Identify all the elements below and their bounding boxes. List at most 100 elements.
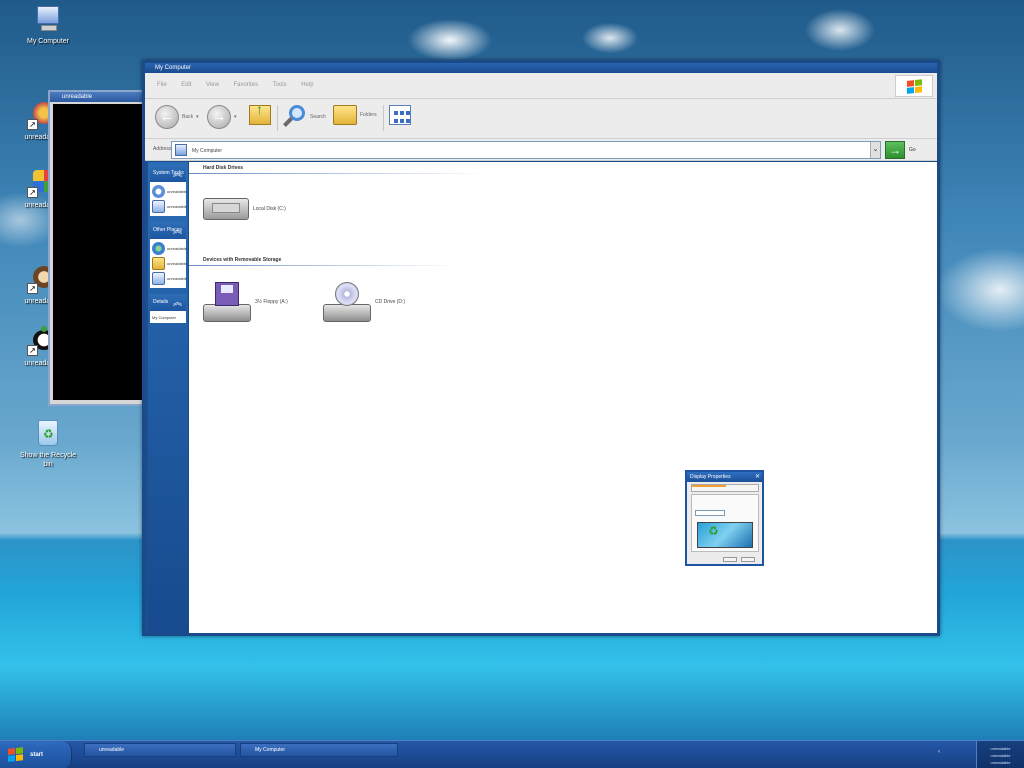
collapse-chevron-icon[interactable]: ︽ [173, 294, 182, 311]
task-link[interactable]: unreadable [152, 256, 187, 271]
computer-icon [175, 144, 187, 156]
display-properties-titlebar: Display Properties ✕ [687, 472, 762, 482]
up-folder-icon: ↑ [249, 102, 271, 125]
go-button[interactable]: → [885, 141, 905, 159]
task-link[interactable]: unreadable [152, 271, 188, 286]
desktop-icon-label: My Computer [26, 38, 69, 45]
clock-day: unreadable [990, 753, 1011, 758]
add-remove-programs-icon [152, 200, 165, 213]
drive-cd-d[interactable]: CD Drive (D:) [323, 282, 405, 322]
task-link[interactable]: unreadable [152, 241, 188, 256]
address-value: My Computer [192, 148, 223, 154]
cd-drive-icon [323, 282, 371, 322]
computer-icon [33, 4, 63, 34]
drive-local-disk-c[interactable]: Local Disk (C:) [203, 198, 286, 220]
back-button[interactable]: ← Back ▾ [155, 105, 199, 129]
views-icon [389, 105, 411, 125]
resolution-dropdown[interactable] [695, 510, 725, 516]
group-divider [189, 173, 489, 174]
folder-icon [152, 257, 165, 270]
toolbar: ← Back ▾ → ▾ ↑ Search Folders [145, 99, 937, 139]
menu-help[interactable]: Help [301, 82, 313, 88]
menu-favorites[interactable]: Favorites [233, 82, 258, 88]
up-folder-button[interactable]: ↑ [249, 102, 271, 125]
menu-bar: File Edit View Favorites Tools Help [145, 73, 937, 99]
tab-strip [691, 484, 759, 492]
background-window-title: unreadable [50, 92, 144, 102]
close-icon[interactable]: ✕ [755, 472, 760, 482]
group-divider [189, 265, 459, 266]
collapse-chevron-icon[interactable]: ︽ [173, 165, 182, 182]
group-header-hard-disks: Hard Disk Drives [203, 165, 244, 171]
forward-arrow-icon: → [207, 105, 231, 129]
drive-floppy-a[interactable]: 3½ Floppy (A:) [203, 282, 288, 322]
windows-flag-icon [8, 747, 24, 763]
task-link-label: unreadable [167, 276, 188, 281]
floppy-drive-icon [203, 282, 251, 322]
content-area: Hard Disk Drives Local Disk (C:) Devices… [189, 162, 937, 633]
shortcut-arrow-icon: ↗ [27, 187, 38, 198]
desktop-icon-my-computer[interactable]: My Computer [16, 4, 80, 46]
back-dropdown-icon[interactable]: ▾ [196, 114, 199, 120]
start-button[interactable]: start [0, 741, 72, 768]
menu-edit[interactable]: Edit [181, 82, 191, 88]
go-arrow-icon: → [889, 143, 901, 157]
clock-date: unreadable [990, 760, 1011, 765]
address-input[interactable]: My Computer ⌄ [171, 141, 881, 159]
window-title: My Computer [145, 63, 937, 73]
task-link[interactable]: unreadable [152, 199, 187, 214]
system-tray: unreadable unreadable unreadable [976, 741, 1024, 768]
tray-chevron-icon[interactable]: ‹ [938, 749, 940, 755]
shortcut-arrow-icon: ↗ [27, 345, 38, 356]
menu-file[interactable]: File [157, 82, 167, 88]
details-text: My Computer [152, 314, 177, 320]
group-header-removable: Devices with Removable Storage [203, 257, 282, 263]
collapse-chevron-icon[interactable]: ︽ [173, 222, 182, 239]
search-button[interactable]: Search [283, 105, 326, 129]
back-label: Back [182, 114, 194, 120]
panel-header[interactable]: Other Places ︽ [150, 222, 186, 239]
ok-button[interactable] [723, 557, 737, 562]
panel-header[interactable]: Details ︽ [150, 294, 186, 311]
search-icon [283, 105, 307, 129]
background-window-body [53, 104, 144, 400]
panel-system-tasks: System Tasks ︽ unreadable unreadable [150, 165, 187, 216]
display-properties-window[interactable]: Display Properties ✕ ♻ [685, 470, 764, 566]
cancel-button[interactable] [741, 557, 755, 562]
back-arrow-icon: ← [155, 105, 179, 129]
taskbar-button-my-computer[interactable]: My Computer [240, 743, 398, 757]
panel-title: Details [153, 299, 169, 305]
address-bar: Address My Computer ⌄ → Go [145, 139, 937, 161]
folders-icon [333, 105, 357, 125]
menu-view[interactable]: View [206, 82, 219, 88]
menu-tools[interactable]: Tools [273, 82, 287, 88]
desktop-icon-recycle-bin[interactable]: ♻ Show the Recycle bin [16, 418, 80, 469]
forward-button[interactable]: → ▾ [207, 105, 237, 129]
recycle-bin-icon: ♻ [33, 418, 63, 448]
desktop-preview: ♻ [697, 522, 753, 548]
drive-label: CD Drive (D:) [375, 299, 405, 305]
start-label: start [30, 752, 44, 758]
taskbar: start unreadable My Computer ‹ unreadabl… [0, 740, 1024, 768]
views-button[interactable] [389, 105, 411, 125]
windows-logo-icon [895, 75, 933, 97]
panel-details: Details ︽ My Computer [150, 294, 186, 323]
control-panel-icon [152, 272, 165, 285]
taskbar-button-1[interactable]: unreadable [84, 743, 236, 757]
folders-button[interactable]: Folders [333, 105, 377, 125]
taskbar-button-label: unreadable [99, 747, 125, 753]
clock-time[interactable]: unreadable [977, 745, 1024, 752]
my-computer-window[interactable]: My Computer File Edit View Favorites Too… [142, 60, 940, 636]
panel-header[interactable]: System Tasks ︽ [150, 165, 186, 182]
shortcut-arrow-icon: ↗ [27, 283, 38, 294]
recycle-icon: ♻ [708, 524, 719, 538]
network-places-icon [152, 242, 165, 255]
system-info-icon [152, 185, 165, 198]
background-window[interactable]: unreadable [48, 90, 146, 406]
forward-dropdown-icon[interactable]: ▾ [234, 114, 237, 120]
go-label: Go [909, 147, 916, 153]
display-properties-title: Display Properties [690, 474, 731, 480]
task-link[interactable]: unreadable [152, 184, 187, 199]
task-link-label: unreadable [167, 246, 188, 251]
address-dropdown-icon[interactable]: ⌄ [870, 142, 880, 158]
